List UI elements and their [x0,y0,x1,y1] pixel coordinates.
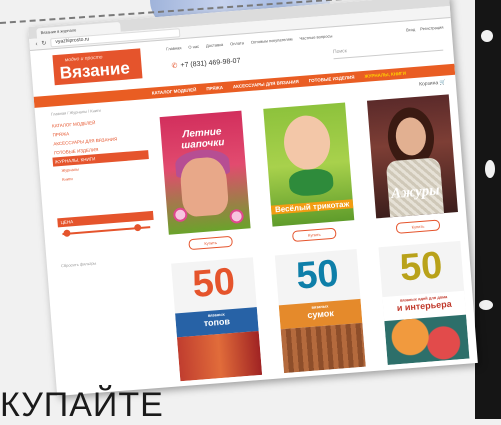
book-cover[interactable]: Весёлый трикотаж [263,102,355,227]
top-nav-link[interactable]: Частные вопросы [299,33,332,41]
back-icon[interactable]: ‹ [35,41,37,47]
reset-filters-link[interactable]: Сбросить фильтры [61,256,157,269]
book-cover[interactable]: 50 вязаных идей для дома и интерьера [378,240,470,365]
book-number: 50 [398,244,444,290]
category-ready-made[interactable]: ГОТОВЫЕ ИЗДЕЛИЯ [309,75,355,84]
sidebar: КАТАЛОГ МОДЕЛЕЙ ПРЯЖА АКСЕССУАРЫ ДЛЯ ВЯЗ… [50,114,157,268]
cart-icon: 🛒 [439,79,447,87]
buy-button[interactable]: Купить [188,235,233,251]
search-input[interactable]: Поиск [332,40,444,60]
page-caption: КУПАЙТЕ [0,386,164,424]
phone-number: ✆ +7 (831) 469-98-07 [171,57,240,70]
book-title: Летние шапочки [180,126,225,152]
product-card[interactable]: Весёлый трикотаж Купить [263,102,355,243]
category-magazines[interactable]: ЖУРНАЛЫ, КНИГИ [364,71,406,79]
reload-icon[interactable]: ↻ [41,40,46,47]
phone-text: +7 (831) 469-98-07 [180,57,241,70]
top-nav-link[interactable]: Оплата [230,40,244,46]
buy-button[interactable]: Купить [199,382,245,396]
product-card[interactable]: Ажуры Купить [366,94,459,235]
top-nav-link[interactable]: Главная [166,45,182,51]
category-yarn[interactable]: ПРЯЖА [206,85,223,91]
book-title: Весёлый трикотаж [270,199,354,215]
buy-button[interactable]: Купить [407,365,452,381]
book-cover[interactable]: Летние шапочки [159,110,251,235]
book-number: 50 [191,260,237,306]
page-edge [475,0,501,419]
account-links: Вход Регистрация [406,25,444,33]
book-cover[interactable]: 50 вязаных топов [171,257,263,382]
buy-button[interactable]: Купить [291,227,337,243]
phone-icon: ✆ [171,62,178,70]
product-card[interactable]: 50 вязаных топов Купить [171,257,263,396]
buy-button[interactable]: Купить [303,374,349,389]
book-cover[interactable]: Ажуры [366,94,458,219]
product-card[interactable]: 50 вязаных сумок Купить [274,249,367,390]
breadcrumb[interactable]: Главная / Журналы / Книги [51,108,101,117]
book-title: Ажуры [390,182,441,203]
product-card[interactable]: Летние шапочки Купить [159,110,252,252]
cart-label: Корзина [418,80,439,88]
buy-button[interactable]: Купить [395,219,441,234]
site-logo[interactable]: модно и просто Вязание [52,48,143,86]
product-grid: Летние шапочки Купить Весёлый трикотаж К… [159,94,471,396]
top-nav-link[interactable]: Доставка [206,42,224,48]
register-link[interactable]: Регистрация [420,25,444,32]
browser-window: Вязание в журнале ‹ ↻ vyazhiprosto.ru мо… [28,0,478,396]
cart-button[interactable]: Корзина 🛒 [419,80,446,88]
slider-handle-min[interactable] [63,229,72,237]
book-cover[interactable]: 50 вязаных сумок [274,249,366,374]
product-card[interactable]: 50 вязаных идей для дома и интерьера Купи… [378,240,470,382]
book-number: 50 [294,252,341,298]
top-nav-link[interactable]: Оптовым покупателям [251,36,293,44]
category-catalog[interactable]: КАТАЛОГ МОДЕЛЕЙ [151,87,196,95]
top-nav-link[interactable]: О нас [188,44,199,50]
login-link[interactable]: Вход [406,27,415,33]
slider-handle-max[interactable] [133,223,142,232]
logo-title: Вязание [59,58,131,83]
